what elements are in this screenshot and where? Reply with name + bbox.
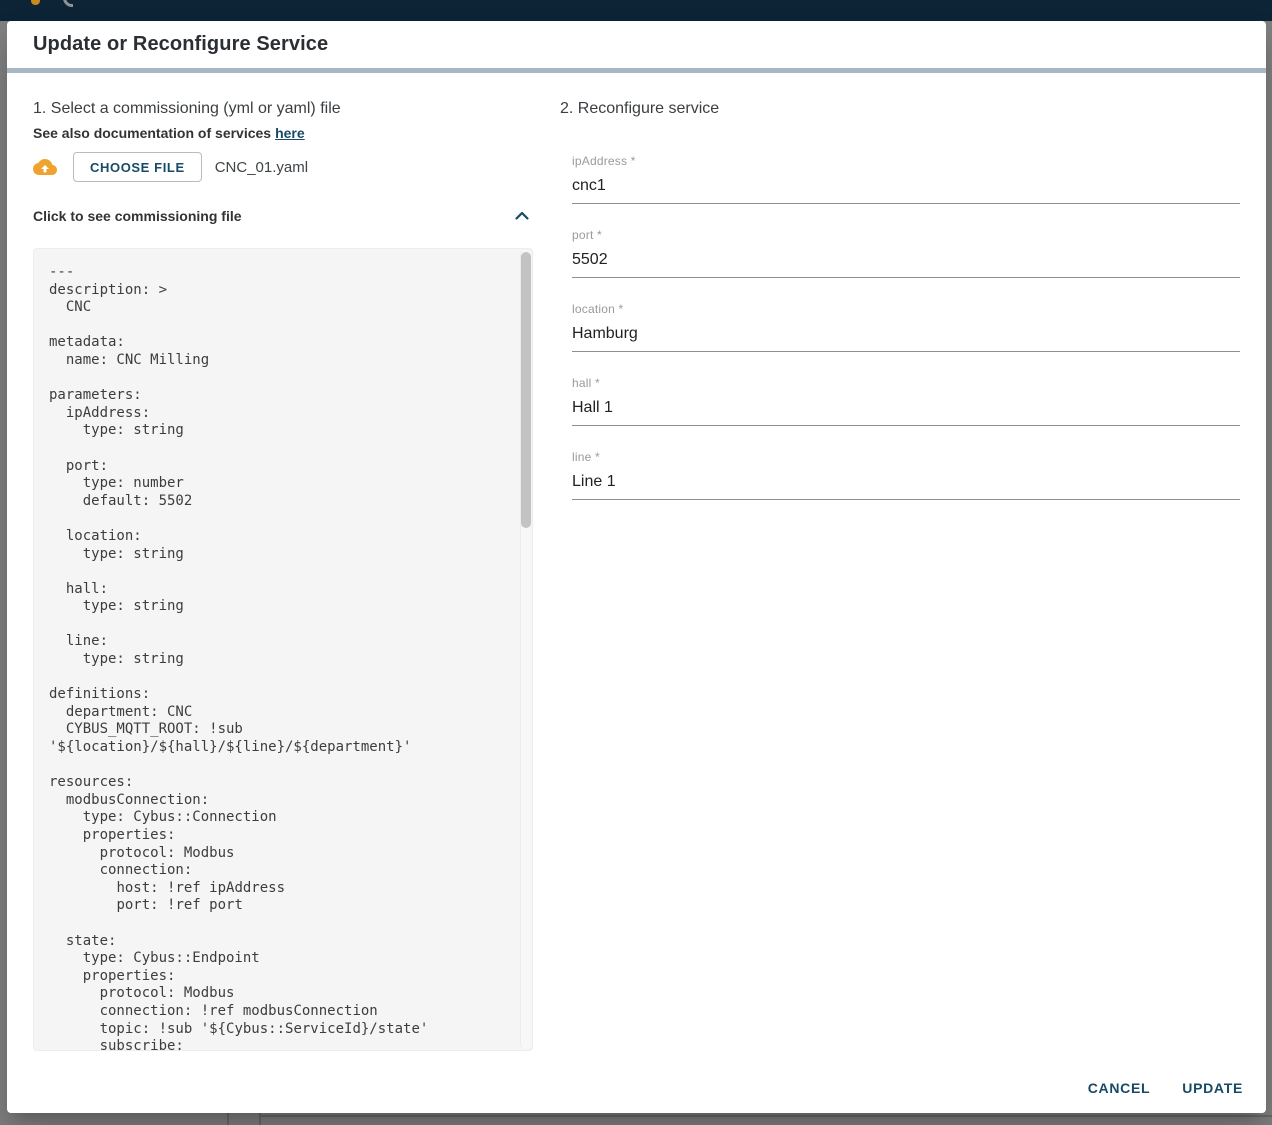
documentation-link[interactable]: here <box>275 125 305 141</box>
hall-input[interactable] <box>572 398 1240 425</box>
update-service-dialog: Update or Reconfigure Service 1. Select … <box>7 21 1266 1113</box>
commissioning-file-toggle[interactable]: Click to see commissioning file <box>33 206 533 226</box>
update-button[interactable]: UPDATE <box>1173 1072 1252 1104</box>
parameter-fields: ipAddress * port * location * hall * lin… <box>572 155 1240 500</box>
step1-title: 1. Select a commissioning (yml or yaml) … <box>33 98 533 120</box>
background-table-border <box>227 1113 229 1125</box>
app-logo-fragment-orange <box>31 0 40 5</box>
field-line-label: line * <box>572 451 1240 463</box>
documentation-hint-text: See also documentation of services <box>33 125 271 141</box>
cancel-button[interactable]: CANCEL <box>1079 1072 1160 1104</box>
field-port-label: port * <box>572 229 1240 241</box>
code-scrollbar-track[interactable] <box>520 250 530 1049</box>
line-input[interactable] <box>572 472 1240 499</box>
choose-file-button[interactable]: CHOOSE FILE <box>73 152 202 182</box>
field-location: location * <box>572 303 1240 352</box>
location-input[interactable] <box>572 324 1240 351</box>
field-location-label: location * <box>572 303 1240 315</box>
selected-file-name: CNC_01.yaml <box>215 159 308 176</box>
yaml-content: --- description: > CNC metadata: name: C… <box>34 249 532 1051</box>
code-scrollbar-thumb[interactable] <box>521 252 531 528</box>
file-upload-row: CHOOSE FILE CNC_01.yaml <box>33 152 533 182</box>
dialog-title: Update or Reconfigure Service <box>33 29 1240 59</box>
field-ipaddress-label: ipAddress * <box>572 155 1240 167</box>
field-port: port * <box>572 229 1240 278</box>
background-table-border <box>261 1115 1272 1117</box>
step2-title: 2. Reconfigure service <box>560 98 1247 120</box>
ipaddress-input[interactable] <box>572 176 1240 203</box>
field-ipaddress: ipAddress * <box>572 155 1240 204</box>
commissioning-file-viewer: --- description: > CNC metadata: name: C… <box>33 248 533 1051</box>
documentation-hint: See also documentation of serviceshere <box>33 124 533 143</box>
app-logo-fragment-gray <box>63 0 73 7</box>
dialog-actions: CANCEL UPDATE <box>1079 1072 1252 1104</box>
chevron-up-icon[interactable] <box>510 204 534 228</box>
dialog-header-divider <box>7 68 1266 73</box>
field-line: line * <box>572 451 1240 500</box>
field-hall: hall * <box>572 377 1240 426</box>
dialog-header: Update or Reconfigure Service <box>7 21 1266 59</box>
commissioning-file-toggle-label: Click to see commissioning file <box>33 208 242 224</box>
file-select-section: 1. Select a commissioning (yml or yaml) … <box>33 98 533 1051</box>
reconfigure-section: 2. Reconfigure service ipAddress * port … <box>560 98 1247 525</box>
cloud-upload-icon <box>33 155 57 179</box>
app-header-bar <box>0 0 1272 21</box>
port-input[interactable] <box>572 250 1240 277</box>
field-hall-label: hall * <box>572 377 1240 389</box>
